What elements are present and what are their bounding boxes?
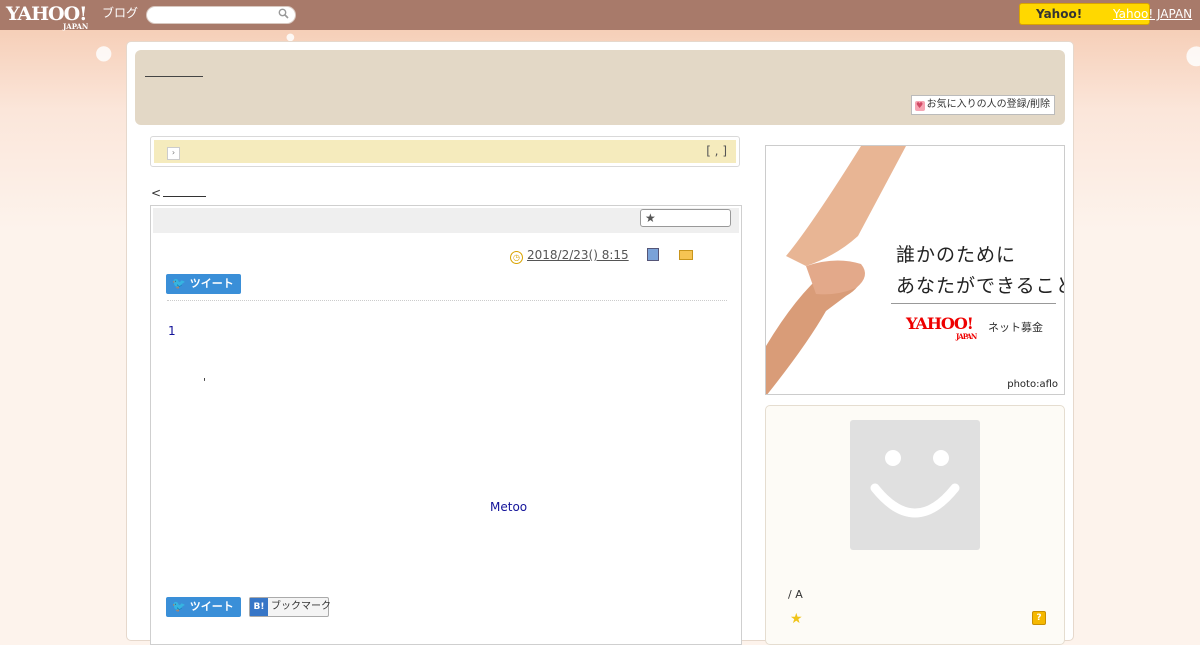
favorite-button-label: お気に入りの人の登録/削除 bbox=[926, 99, 1050, 110]
ad-headline-1: 誰かのために bbox=[896, 244, 1017, 266]
bookmark-label: ブックマーク bbox=[271, 601, 331, 612]
ad-service-name: ネット募金 bbox=[988, 321, 1043, 334]
favorite-register-button[interactable]: ♥ お気に入りの人の登録/削除 bbox=[910, 95, 1055, 115]
ad-logo-text: YAHOO! bbox=[906, 314, 974, 333]
article-text: ' bbox=[203, 376, 207, 389]
search-icon[interactable] bbox=[278, 8, 289, 22]
prev-label: < bbox=[151, 186, 162, 200]
top-bar: YAHOO! JAPAN ブログ Yahoo! Yahoo! JAPAN bbox=[0, 0, 1200, 31]
arrow-icon[interactable]: › bbox=[167, 147, 180, 160]
tweet-label: ツイート bbox=[189, 277, 234, 290]
article: ★ ◷ 2018/2/23() 8:15 🐦 ツイート 1 ' Metoo 🐦 ツイー… bbox=[150, 205, 742, 645]
profile-name[interactable]: / A bbox=[788, 588, 803, 601]
tweet-button-top[interactable]: 🐦 ツイート bbox=[166, 274, 241, 294]
smiley-avatar-icon bbox=[870, 450, 960, 518]
yahoo-blog-logo[interactable]: YAHOO! JAPAN ブログ bbox=[6, 3, 138, 31]
blog-title[interactable] bbox=[145, 66, 203, 77]
blog-label: ブログ bbox=[102, 6, 139, 20]
notice-bar: › [ , ] bbox=[150, 136, 740, 167]
prev-article-link[interactable]: < bbox=[151, 186, 207, 200]
article-meta: ◷ 2018/2/23() 8:15 bbox=[510, 248, 693, 264]
book-icon[interactable] bbox=[646, 248, 659, 261]
profile-box: / A ★ ? bbox=[765, 405, 1065, 645]
charity-ad-banner[interactable]: 誰かのために あなたができること YAHOO! JAPAN ネット募金 photo… bbox=[765, 145, 1065, 395]
question-icon[interactable]: ? bbox=[1032, 611, 1046, 625]
article-text: 1 bbox=[168, 324, 176, 338]
blog-header: ♥ お気に入りの人の登録/削除 bbox=[135, 50, 1065, 125]
ad-yahoo-logo: YAHOO! JAPAN bbox=[906, 314, 977, 341]
notice-links[interactable]: [ , ] bbox=[706, 144, 727, 158]
ad-divider bbox=[891, 303, 1056, 304]
twitter-icon: 🐦 bbox=[172, 600, 186, 613]
tweet-label: ツイート bbox=[189, 600, 234, 613]
article-header: ★ bbox=[153, 208, 739, 233]
star-icon: ★ bbox=[645, 211, 656, 225]
heart-icon: ♥ bbox=[914, 101, 925, 111]
prev-title-line bbox=[163, 187, 207, 197]
logo-sub: JAPAN bbox=[63, 22, 89, 31]
like-button[interactable]: ★ bbox=[640, 209, 731, 227]
hatena-bookmark-button[interactable]: B! ブックマーク bbox=[249, 597, 331, 617]
twitter-icon: 🐦 bbox=[172, 277, 186, 290]
notice-inner: › [ , ] bbox=[154, 140, 736, 163]
folder-icon[interactable] bbox=[678, 250, 693, 260]
paw-decoration-icon: ● bbox=[1185, 40, 1200, 70]
hatena-icon: B! bbox=[250, 598, 268, 616]
star-icon[interactable]: ★ bbox=[790, 611, 803, 627]
article-link[interactable]: Metoo bbox=[490, 500, 527, 514]
clock-icon: ◷ bbox=[510, 251, 523, 264]
ad-photo-credit: photo:aflo bbox=[1007, 379, 1058, 390]
search-input[interactable] bbox=[146, 6, 296, 24]
article-date[interactable]: 2018/2/23() 8:15 bbox=[527, 248, 629, 262]
tweet-button-bottom[interactable]: 🐦 ツイート bbox=[166, 597, 241, 617]
divider bbox=[167, 300, 727, 301]
avatar[interactable] bbox=[850, 420, 980, 550]
paw-decoration-icon: ● bbox=[95, 40, 113, 64]
ad-headline-2: あなたができること bbox=[896, 275, 1065, 297]
yahoo-japan-link[interactable]: Yahoo! JAPAN bbox=[1113, 7, 1192, 21]
ad-logo-sub: JAPAN bbox=[956, 332, 977, 341]
